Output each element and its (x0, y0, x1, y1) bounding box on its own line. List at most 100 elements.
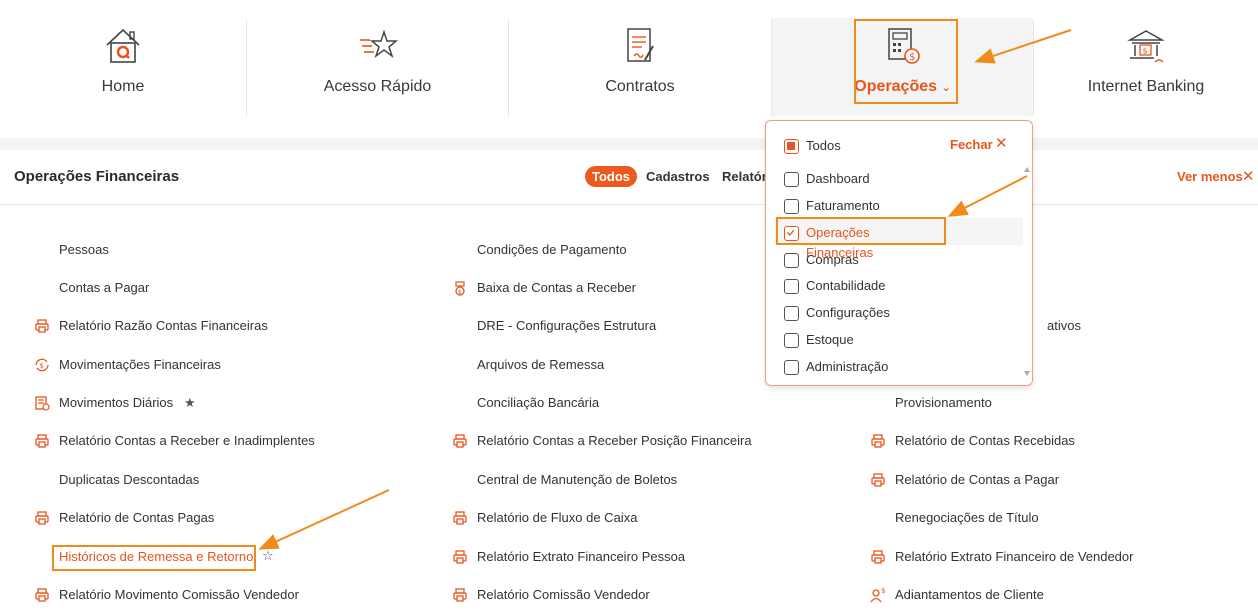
menu-item-relatorio-contas-a-receber-posicao-financeira[interactable]: Relatório Contas a Receber Posição Finan… (452, 431, 852, 451)
menu-item-movimentacoes-financeiras[interactable]: $ Movimentações Financeiras (34, 355, 434, 375)
menu-item-label: DRE - Configurações Estrutura (477, 318, 657, 333)
menu-item-label: Relatório de Contas a Pagar (895, 472, 1060, 487)
favorite-star-outline-icon[interactable]: ☆ (262, 546, 274, 566)
checkbox[interactable] (784, 253, 799, 268)
checkbox[interactable] (784, 360, 799, 375)
favorite-star-icon[interactable]: ★ (184, 393, 196, 413)
bank-icon: $ (1127, 30, 1165, 63)
menu-item-label: ativos (1047, 318, 1081, 333)
menu-item-label: Relatório de Fluxo de Caixa (477, 510, 638, 525)
nav-acesso-rapido[interactable]: Acesso Rápido (247, 18, 508, 116)
nav-home[interactable]: Home (0, 18, 246, 116)
menu-item-duplicatas-descontadas[interactable]: Duplicatas Descontadas (34, 470, 434, 490)
checkbox-partial[interactable] (784, 139, 799, 154)
checkbox[interactable] (784, 306, 799, 321)
menu-item-renegociacoes-de-titulo[interactable]: Renegociações de Título (870, 508, 1258, 528)
filter-todos[interactable]: Todos (585, 166, 638, 187)
person-money-icon: $ (870, 587, 886, 603)
top-navigation: Home Acesso Rápido Contratos $ Operações… (0, 0, 1258, 138)
menu-item-label: Renegociações de Título (895, 510, 1039, 525)
svg-text:$: $ (458, 288, 462, 296)
menu-item-label: Baixa de Contas a Receber (477, 280, 636, 295)
filter-option-label: Contabilidade (806, 278, 886, 293)
printer-icon (34, 510, 50, 526)
menu-item-conciliacao-bancaria[interactable]: Conciliação Bancária (452, 393, 852, 413)
printer-icon (34, 433, 50, 449)
menu-item-relatorio-contas-a-receber-e-inadimplentes[interactable]: Relatório Contas a Receber e Inadimplent… (34, 431, 434, 451)
filter-option-label: Compras (806, 252, 859, 267)
checkbox[interactable] (784, 172, 799, 187)
scroll-down-icon[interactable] (1024, 371, 1030, 376)
nav-internet-banking[interactable]: $ Internet Banking (1034, 18, 1258, 116)
menu-item-ativos[interactable]: ativos (0, 316, 1081, 336)
menu-item-label: Condições de Pagamento (477, 242, 627, 257)
nav-contratos[interactable]: Contratos (509, 18, 771, 116)
nav-home-label: Home (101, 78, 145, 95)
printer-icon (452, 433, 468, 449)
operacoes-financeiras-highlight-box (776, 217, 946, 245)
menu-item-relatorio-comissao-vendedor[interactable]: Relatório Comissão Vendedor (452, 585, 852, 605)
ver-menos-link[interactable]: Ver menos (1177, 169, 1243, 184)
printer-icon (870, 549, 886, 565)
menu-item-label: Relatório Extrato Financeiro Pessoa (477, 549, 686, 564)
menu-item-relatorio-de-contas-recebidas[interactable]: Relatório de Contas Recebidas (870, 431, 1258, 451)
filter-option-label: Dashboard (806, 171, 870, 186)
nav-contratos-label: Contratos (605, 78, 675, 95)
checkbox[interactable] (784, 333, 799, 348)
printer-icon (34, 587, 50, 603)
filter-option-label: Estoque (806, 332, 854, 347)
printer-icon (870, 433, 886, 449)
nav-acesso-rapido-label: Acesso Rápido (323, 78, 432, 95)
daily-list-icon (34, 395, 50, 411)
menu-item-movimentos-diarios[interactable]: Movimentos Diários ★ (34, 393, 434, 413)
menu-item-relatorio-extrato-financeiro-pessoa[interactable]: Relatório Extrato Financeiro Pessoa (452, 547, 852, 567)
menu-item-relatorio-de-contas-pagas[interactable]: Relatório de Contas Pagas (34, 508, 434, 528)
checkbox[interactable] (784, 279, 799, 294)
menu-item-relatorio-de-fluxo-de-caixa[interactable]: Relatório de Fluxo de Caixa (452, 508, 852, 528)
historicos-highlight-box (52, 545, 256, 571)
menu-item-label: Contas a Pagar (59, 280, 150, 295)
svg-text:$: $ (1143, 47, 1148, 56)
menu-item-label: Provisionamento (895, 395, 992, 410)
divider (0, 204, 1258, 205)
close-icon[interactable]: ✕ (995, 136, 1008, 151)
money-cycle-icon: $ (34, 357, 50, 373)
menu-item-contas-a-pagar[interactable]: Contas a Pagar (34, 278, 434, 298)
menu-item-relatorio-de-contas-a-pagar[interactable]: Relatório de Contas a Pagar (870, 470, 1258, 490)
filter-option-label: Administração (806, 359, 889, 374)
printer-icon (452, 510, 468, 526)
menu-item-adiantamentos-de-cliente[interactable]: $ Adiantamentos de Cliente (870, 585, 1258, 605)
menu-item-label: Movimentos Diários (59, 395, 174, 410)
printer-icon (452, 549, 468, 565)
checkbox[interactable] (784, 199, 799, 214)
filter-option-label: Todos (806, 138, 841, 153)
close-icon[interactable]: ✕ (1242, 169, 1255, 184)
menu-item-label: Relatório de Contas Pagas (59, 510, 215, 525)
scroll-up-icon[interactable] (1024, 167, 1030, 172)
menu-item-central-de-manutencao-de-boletos[interactable]: Central de Manutenção de Boletos (452, 470, 852, 490)
menu-item-relatorio-movimento-comissao-vendedor[interactable]: Relatório Movimento Comissão Vendedor (34, 585, 434, 605)
svg-text:$: $ (881, 587, 885, 595)
menu-item-label: Relatório Movimento Comissão Vendedor (59, 587, 299, 602)
menu-item-label: Relatório Contas a Receber Posição Finan… (477, 433, 752, 448)
menu-item-pessoas[interactable]: Pessoas (34, 240, 434, 260)
menu-item-label: Movimentações Financeiras (59, 357, 221, 372)
header-band (0, 138, 1258, 150)
menu-item-provisionamento[interactable]: Provisionamento (870, 393, 1258, 413)
printer-icon (870, 472, 886, 488)
menu-item-label: Relatório de Contas Recebidas (895, 433, 1075, 448)
menu-item-label: Duplicatas Descontadas (59, 472, 200, 487)
menu-item-label: Pessoas (59, 242, 109, 257)
menu-item-label: Arquivos de Remessa (477, 357, 605, 372)
money-bag-icon: $ (452, 280, 468, 296)
menu-item-label: Relatório Extrato Financeiro de Vendedor (895, 549, 1134, 564)
menu-item-label: Central de Manutenção de Boletos (477, 472, 678, 487)
svg-text:$: $ (40, 362, 44, 370)
printer-icon (452, 587, 468, 603)
home-icon (106, 28, 140, 63)
filter-cadastros[interactable]: Cadastros (646, 166, 710, 187)
menu-item-relatorio-extrato-financeiro-de-vendedor[interactable]: Relatório Extrato Financeiro de Vendedor (870, 547, 1258, 567)
fechar-button[interactable]: Fechar (950, 137, 993, 152)
filter-relatorios[interactable]: Relatóri (722, 166, 770, 187)
module-filter-dropdown: Fechar ✕ Todos Dashboard Faturamento Operaç… (765, 120, 1033, 386)
